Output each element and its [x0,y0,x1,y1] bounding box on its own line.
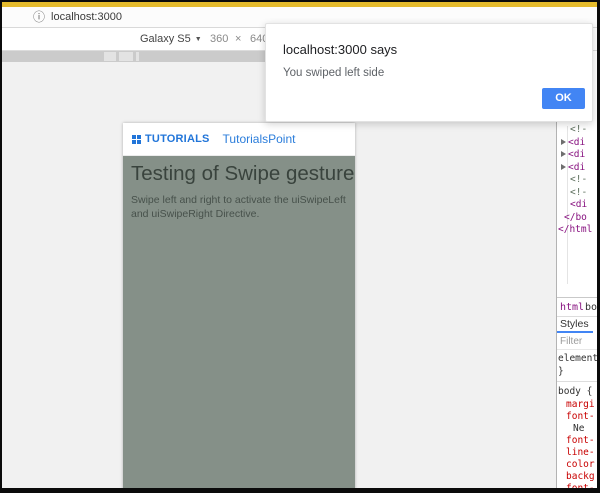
css-property[interactable]: font- [566,483,595,488]
css-property[interactable]: color [566,459,595,471]
css-property[interactable]: margi [566,399,595,411]
css-property[interactable]: backg [566,471,595,483]
url-text[interactable]: localhost:3000 [51,11,122,23]
page-info-icon[interactable]: ⓘ [33,11,45,23]
device-selector[interactable]: Galaxy S5 ▼ [140,33,202,45]
body-rule-selector[interactable]: body { [558,386,592,398]
css-value-wrap: Ne [573,423,585,434]
css-property[interactable]: line- [566,447,595,459]
expand-arrow-icon[interactable] [561,151,566,157]
viewport-width-field[interactable]: 360 [210,33,228,45]
css-property[interactable]: font- [566,435,595,447]
dom-node-comment[interactable]: <!- [557,124,597,137]
dom-node-div[interactable]: <di [557,162,597,175]
dom-node-html-close[interactable]: </html [557,224,597,237]
expand-arrow-icon[interactable] [561,138,566,145]
swipe-gesture-area[interactable]: Testing of Swipe gesture Swipe left and … [123,156,355,488]
dom-node-comment[interactable]: <!- [557,174,597,187]
breadcrumb-html[interactable]: html [560,298,584,317]
ruler-mark [119,52,133,61]
styles-filter-input[interactable]: Filter [560,336,582,347]
styles-filter-row: Filter [557,333,597,350]
ok-button[interactable]: OK [542,88,585,109]
emulated-page: TUTORIALS TutorialsPoint Testing of Swip… [123,123,355,488]
expand-arrow-icon[interactable] [561,163,566,170]
browser-window: ⓘ localhost:3000 Galaxy S5 ▼ 360 × 640 TU… [2,7,597,488]
breadcrumb: html bo [557,297,597,317]
chevron-down-icon: ▼ [194,36,202,43]
screenshot-frame: ⓘ localhost:3000 Galaxy S5 ▼ 360 × 640 TU… [0,0,600,493]
breadcrumb-body[interactable]: bo [585,298,597,317]
alert-message: You swiped left side [283,67,385,79]
nav-brand-link[interactable]: TUTORIALS [145,133,210,145]
nav-secondary-link[interactable]: TutorialsPoint [223,132,296,146]
element-style-close: } [558,366,564,377]
grid-menu-icon[interactable] [132,134,141,144]
ruler-mark [136,52,139,61]
dom-node-body-close[interactable]: </bo [557,212,597,225]
ruler-mark [104,52,116,61]
page-heading: Testing of Swipe gesture [131,162,355,185]
dom-node-div[interactable]: <di [557,199,597,212]
dimension-separator: × [235,33,242,45]
element-style-rule[interactable]: element. [558,353,597,365]
styles-tab-bar: Styles [557,317,597,333]
dom-node-comment[interactable]: <!- [557,187,597,200]
elements-tree: <!- <di <di <di <!- <!- <di </bo </html [557,124,597,284]
css-property[interactable]: font- [566,411,595,423]
page-navbar: TUTORIALS TutorialsPoint [123,123,355,156]
dom-node-div[interactable]: <di [557,149,597,162]
tab-styles[interactable]: Styles [560,318,589,330]
alert-dialog: localhost:3000 says You swiped left side… [265,23,593,122]
styles-section-divider [557,381,597,382]
page-description: Swipe left and right to activate the uiS… [131,194,346,220]
alert-title: localhost:3000 says [283,42,398,57]
dom-node-div[interactable]: <di [557,137,597,150]
